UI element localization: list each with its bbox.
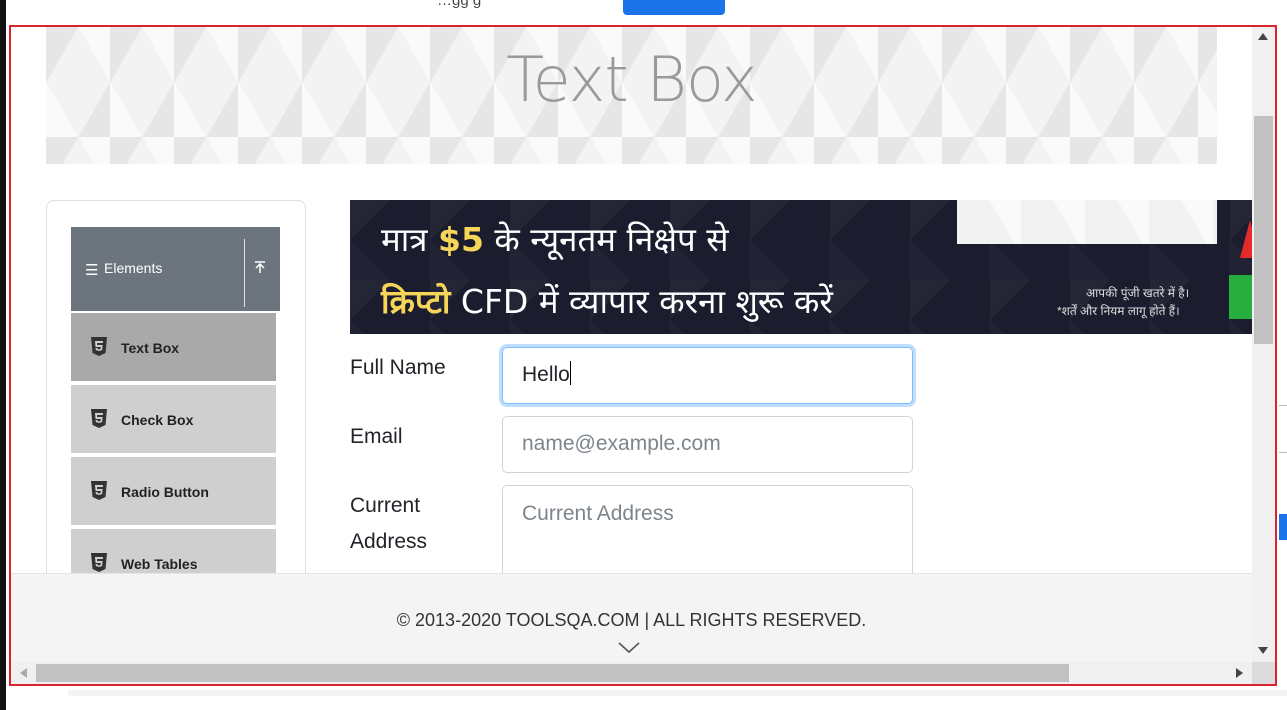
ad-headline-1: मात्र $5 के न्यूनतम निक्षेप से (381, 220, 729, 259)
elements-group-label: Elements (104, 260, 163, 276)
sidebar-item-text-box[interactable]: Text Box (71, 311, 276, 381)
sidebar-item-radio-button[interactable]: Radio Button (71, 455, 276, 525)
ad-disclaimer: *शर्तें और नियम लागू होते हैं। (1057, 304, 1180, 318)
html5-icon (91, 409, 107, 428)
header-divider (244, 239, 245, 307)
horizontal-scrollbar[interactable] (11, 662, 1252, 684)
current-address-label: Current Address (350, 494, 428, 553)
sidebar-item-label: Web Tables (121, 556, 198, 572)
page-title: Text Box (506, 43, 757, 116)
sidebar-item-label: Radio Button (121, 484, 209, 500)
full-name-input[interactable]: Hello (502, 347, 913, 404)
full-name-label: Full Name (350, 356, 446, 379)
hamburger-icon: ☰ (85, 262, 99, 279)
sidebar-item-label: Text Box (121, 340, 180, 356)
clipped-text: …gg g (437, 0, 482, 9)
elements-group-header[interactable]: ☰ Elements (71, 227, 280, 311)
ad-red-shape (1240, 220, 1252, 258)
background-edge-line (1279, 452, 1287, 453)
html5-icon (91, 481, 107, 500)
advertisement-banner[interactable]: मात्र $5 के न्यूनतम निक्षेप से क्रिप्टो … (350, 200, 1252, 334)
scroll-down-arrow-icon[interactable] (1258, 647, 1268, 654)
sidebar-item-check-box[interactable]: Check Box (71, 383, 276, 453)
upload-arrow-icon[interactable] (254, 260, 266, 277)
sidebar-item-label: Check Box (121, 412, 194, 428)
email-input[interactable]: name@example.com (502, 416, 913, 473)
embedded-browser-frame: Text Box ☰ Elements Text Box Check Box R… (9, 25, 1277, 686)
scroll-left-arrow-icon[interactable] (20, 668, 27, 678)
ad-headline-2: क्रिप्टो CFD में व्यापार करना शुरू करें (381, 282, 833, 321)
window-edge (0, 0, 6, 710)
scrollbar-corner (1252, 662, 1275, 684)
ad-green-shape (1229, 275, 1252, 319)
banner-overlap (957, 200, 1217, 244)
sidebar: ☰ Elements Text Box Check Box Radio Butt… (46, 200, 306, 620)
html5-icon (91, 337, 107, 356)
page-banner: Text Box (46, 27, 1217, 164)
background-edge-line (1279, 405, 1287, 406)
background-edge-button (1279, 514, 1287, 540)
scroll-up-arrow-icon[interactable] (1258, 33, 1268, 40)
text-caret (569, 361, 571, 385)
background-edge (68, 690, 1287, 696)
page-viewport: Text Box ☰ Elements Text Box Check Box R… (11, 27, 1252, 662)
underlying-blue-button[interactable] (623, 0, 725, 15)
underlying-page-strip: …gg g (0, 0, 1287, 26)
email-label: Email (350, 425, 403, 448)
copyright-text: © 2013-2020 TOOLSQA.COM | ALL RIGHTS RES… (396, 610, 867, 630)
html5-icon (91, 553, 107, 572)
ad-disclaimer: आपकी पूंजी खतरे में है। (1086, 286, 1190, 300)
vertical-scrollbar[interactable] (1252, 27, 1275, 662)
horizontal-scroll-thumb[interactable] (36, 664, 1069, 682)
scroll-right-arrow-icon[interactable] (1236, 668, 1243, 678)
chevron-down-icon[interactable] (617, 641, 641, 655)
page-footer: © 2013-2020 TOOLSQA.COM | ALL RIGHTS RES… (11, 573, 1252, 662)
vertical-scroll-thumb[interactable] (1254, 116, 1273, 344)
